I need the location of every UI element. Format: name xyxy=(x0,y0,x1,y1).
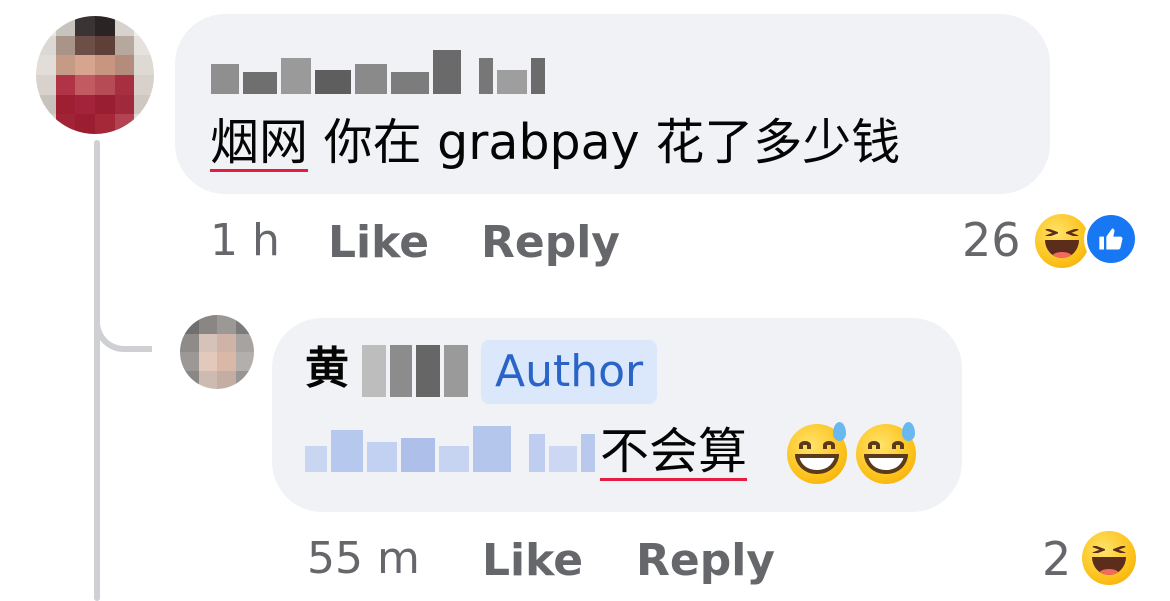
blurred-commenter-name[interactable] xyxy=(211,50,545,94)
eye-icon xyxy=(892,440,904,450)
reply-avatar[interactable] xyxy=(180,315,254,389)
reply-reply-button[interactable]: Reply xyxy=(636,539,775,583)
reply-like-button[interactable]: Like xyxy=(482,539,583,583)
comment-thread: 烟网 你在 grabpay 花了多少钱 1 h Like Reply 26 黄 … xyxy=(0,0,1170,601)
comment-reply-button[interactable]: Reply xyxy=(481,221,620,265)
grinning-sweat-icon xyxy=(856,421,916,484)
sweat-drop-icon xyxy=(901,421,915,441)
eye-icon xyxy=(868,440,880,450)
comment-like-button[interactable]: Like xyxy=(328,221,429,265)
haha-icon[interactable] xyxy=(1035,214,1089,268)
mouth-icon xyxy=(1091,556,1127,576)
comment-body: 烟网 你在 grabpay 花了多少钱 xyxy=(210,118,900,167)
reply-reaction-count[interactable]: 2 xyxy=(1042,536,1071,582)
eye-icon xyxy=(1066,228,1079,237)
spellcheck-word: 烟网 xyxy=(210,114,309,171)
blurred-mention[interactable] xyxy=(305,426,595,472)
like-icon[interactable] xyxy=(1084,212,1138,266)
grinning-sweat-icon xyxy=(787,421,847,484)
blurred-author-name[interactable] xyxy=(362,345,468,397)
spellcheck-word: 不会算 xyxy=(600,423,748,480)
author-first-char[interactable]: 黄 xyxy=(305,343,349,394)
mouth-icon xyxy=(1044,239,1080,259)
author-badge: Author xyxy=(481,340,658,404)
reply-author-name[interactable]: 黄 xyxy=(305,347,349,391)
sweat-drop-icon xyxy=(832,421,846,441)
comment-reaction-count[interactable]: 26 xyxy=(962,217,1021,263)
eye-icon xyxy=(1092,545,1105,554)
comment-timestamp[interactable]: 1 h xyxy=(210,219,280,263)
reply-connector xyxy=(94,300,152,352)
thumbs-up-icon xyxy=(1099,228,1123,250)
mouth-icon xyxy=(795,454,839,475)
reply-timestamp[interactable]: 55 m xyxy=(307,537,420,581)
thread-line xyxy=(94,140,100,601)
avatar[interactable] xyxy=(36,16,154,134)
eye-icon xyxy=(823,440,835,450)
eye-icon xyxy=(799,440,811,450)
comment-body-text: 你在 grabpay 花了多少钱 xyxy=(308,114,901,171)
eye-icon xyxy=(1113,545,1126,554)
eye-icon xyxy=(1045,228,1058,237)
haha-icon[interactable] xyxy=(1082,531,1136,585)
mouth-icon xyxy=(864,454,908,475)
reply-body: 不会算 xyxy=(600,427,747,476)
